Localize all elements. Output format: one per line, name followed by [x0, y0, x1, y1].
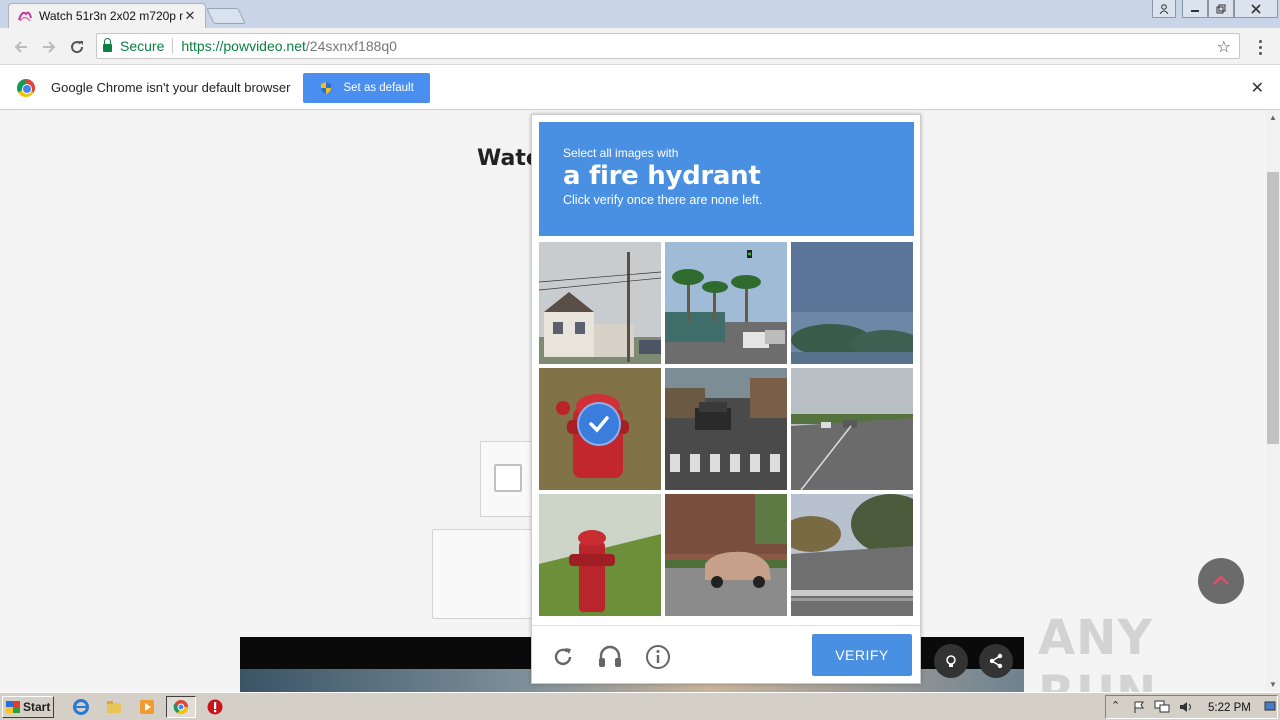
chrome-logo-icon — [17, 78, 35, 97]
taskbar-clock[interactable]: 5:22 PM — [1208, 702, 1251, 714]
default-browser-infobar: Google Chrome isn't your default browser… — [0, 66, 1280, 110]
captcha-image-grid — [539, 242, 914, 617]
selected-checkmark-icon — [577, 402, 621, 446]
captcha-tile[interactable] — [665, 242, 787, 364]
reload-challenge-icon[interactable] — [550, 644, 576, 670]
tab-title: Watch 51r3n 2x02 m720p m — [39, 9, 183, 23]
browser-toolbar: Secure https://powvideo.net/24sxnxf188q0… — [0, 28, 1280, 65]
profile-icon[interactable] — [1152, 0, 1176, 18]
info-icon[interactable] — [645, 644, 671, 670]
scroll-down-icon[interactable]: ▼ — [1269, 680, 1277, 689]
url-host: https://powvideo.net — [181, 38, 306, 54]
file-explorer-icon[interactable] — [103, 696, 125, 718]
page-scrollbar[interactable]: ▲ ▼ — [1266, 110, 1280, 692]
scroll-up-icon[interactable]: ▲ — [1269, 113, 1277, 122]
windows-taskbar: Start ⌃ 5:22 PM — [0, 692, 1280, 720]
system-tray: ⌃ 5:22 PM — [1105, 695, 1278, 719]
recaptcha-checkbox[interactable] — [494, 464, 522, 492]
uac-shield-icon — [321, 81, 332, 94]
anyrun-watermark: ANY RUN — [1038, 610, 1156, 692]
captcha-tile[interactable] — [539, 494, 661, 616]
show-desktop-icon[interactable] — [1264, 700, 1276, 717]
site-favicon-icon — [17, 8, 33, 24]
captcha-prompt: Select all images with a fire hydrant Cl… — [539, 122, 914, 236]
captcha-tile[interactable] — [791, 494, 913, 616]
captcha-tile[interactable] — [791, 368, 913, 490]
tab-strip: Watch 51r3n 2x02 m720p m ✕ — [0, 0, 1280, 28]
media-player-icon[interactable] — [136, 696, 158, 718]
captcha-tile[interactable] — [539, 368, 661, 490]
stop-icon[interactable] — [204, 696, 226, 718]
captcha-tile[interactable] — [791, 242, 913, 364]
window-controls — [1152, 0, 1278, 18]
chrome-taskbar-icon[interactable] — [166, 696, 196, 718]
lamp-icon[interactable] — [934, 644, 968, 678]
captcha-tile[interactable] — [539, 242, 661, 364]
browser-tab[interactable]: Watch 51r3n 2x02 m720p m ✕ — [8, 3, 206, 28]
set-as-default-label: Set as default — [343, 81, 414, 94]
lock-icon — [103, 38, 112, 52]
restore-icon[interactable] — [1208, 0, 1234, 18]
scroll-to-top-button[interactable] — [1198, 558, 1244, 604]
reload-icon[interactable] — [66, 36, 88, 58]
captcha-challenge: Select all images with a fire hydrant Cl… — [531, 114, 921, 684]
prompt-instructions: Click verify once there are none left. — [563, 193, 763, 207]
page-button-block[interactable] — [432, 529, 542, 619]
back-icon[interactable] — [10, 36, 32, 58]
url-text: https://powvideo.net/24sxnxf188q0 — [181, 38, 397, 54]
start-button[interactable]: Start — [2, 695, 54, 718]
bookmark-star-icon[interactable]: ☆ — [1217, 37, 1231, 57]
show-hidden-icons-icon[interactable]: ⌃ — [1111, 699, 1120, 712]
tab-close-icon[interactable]: ✕ — [183, 8, 197, 24]
captcha-tile[interactable] — [665, 494, 787, 616]
start-label: Start — [23, 699, 51, 714]
page-heading: Watc — [477, 146, 539, 171]
browser-menu-icon[interactable] — [1250, 36, 1270, 58]
chevron-up-icon — [1213, 575, 1229, 585]
captcha-tile[interactable] — [665, 368, 787, 490]
set-as-default-button[interactable]: Set as default — [303, 72, 431, 103]
windows-logo-icon — [6, 700, 20, 713]
secure-indicator[interactable]: Secure — [103, 38, 164, 54]
internet-explorer-icon[interactable] — [70, 696, 92, 718]
share-icon[interactable] — [979, 644, 1013, 678]
action-center-flag-icon[interactable] — [1132, 700, 1146, 717]
url-path: /24sxnxf188q0 — [305, 38, 397, 54]
new-tab-button[interactable] — [206, 8, 246, 24]
volume-icon[interactable] — [1178, 700, 1194, 717]
network-icon[interactable] — [1154, 700, 1170, 717]
scrollbar-thumb[interactable] — [1267, 172, 1279, 444]
prompt-target: a fire hydrant — [563, 161, 761, 191]
secure-label: Secure — [120, 38, 165, 54]
verify-button[interactable]: VERIFY — [812, 634, 912, 676]
address-bar[interactable]: Secure https://powvideo.net/24sxnxf188q0… — [96, 33, 1240, 59]
prompt-intro: Select all images with — [563, 146, 679, 160]
forward-icon[interactable] — [38, 36, 60, 58]
infobar-close-icon[interactable]: ✕ — [1251, 78, 1264, 98]
minimize-icon[interactable] — [1182, 0, 1208, 18]
captcha-footer: VERIFY — [532, 625, 920, 683]
audio-challenge-icon[interactable] — [597, 644, 623, 670]
close-window-icon[interactable] — [1234, 0, 1278, 18]
omnibox-separator — [172, 38, 174, 54]
infobar-message: Google Chrome isn't your default browser — [51, 80, 291, 95]
